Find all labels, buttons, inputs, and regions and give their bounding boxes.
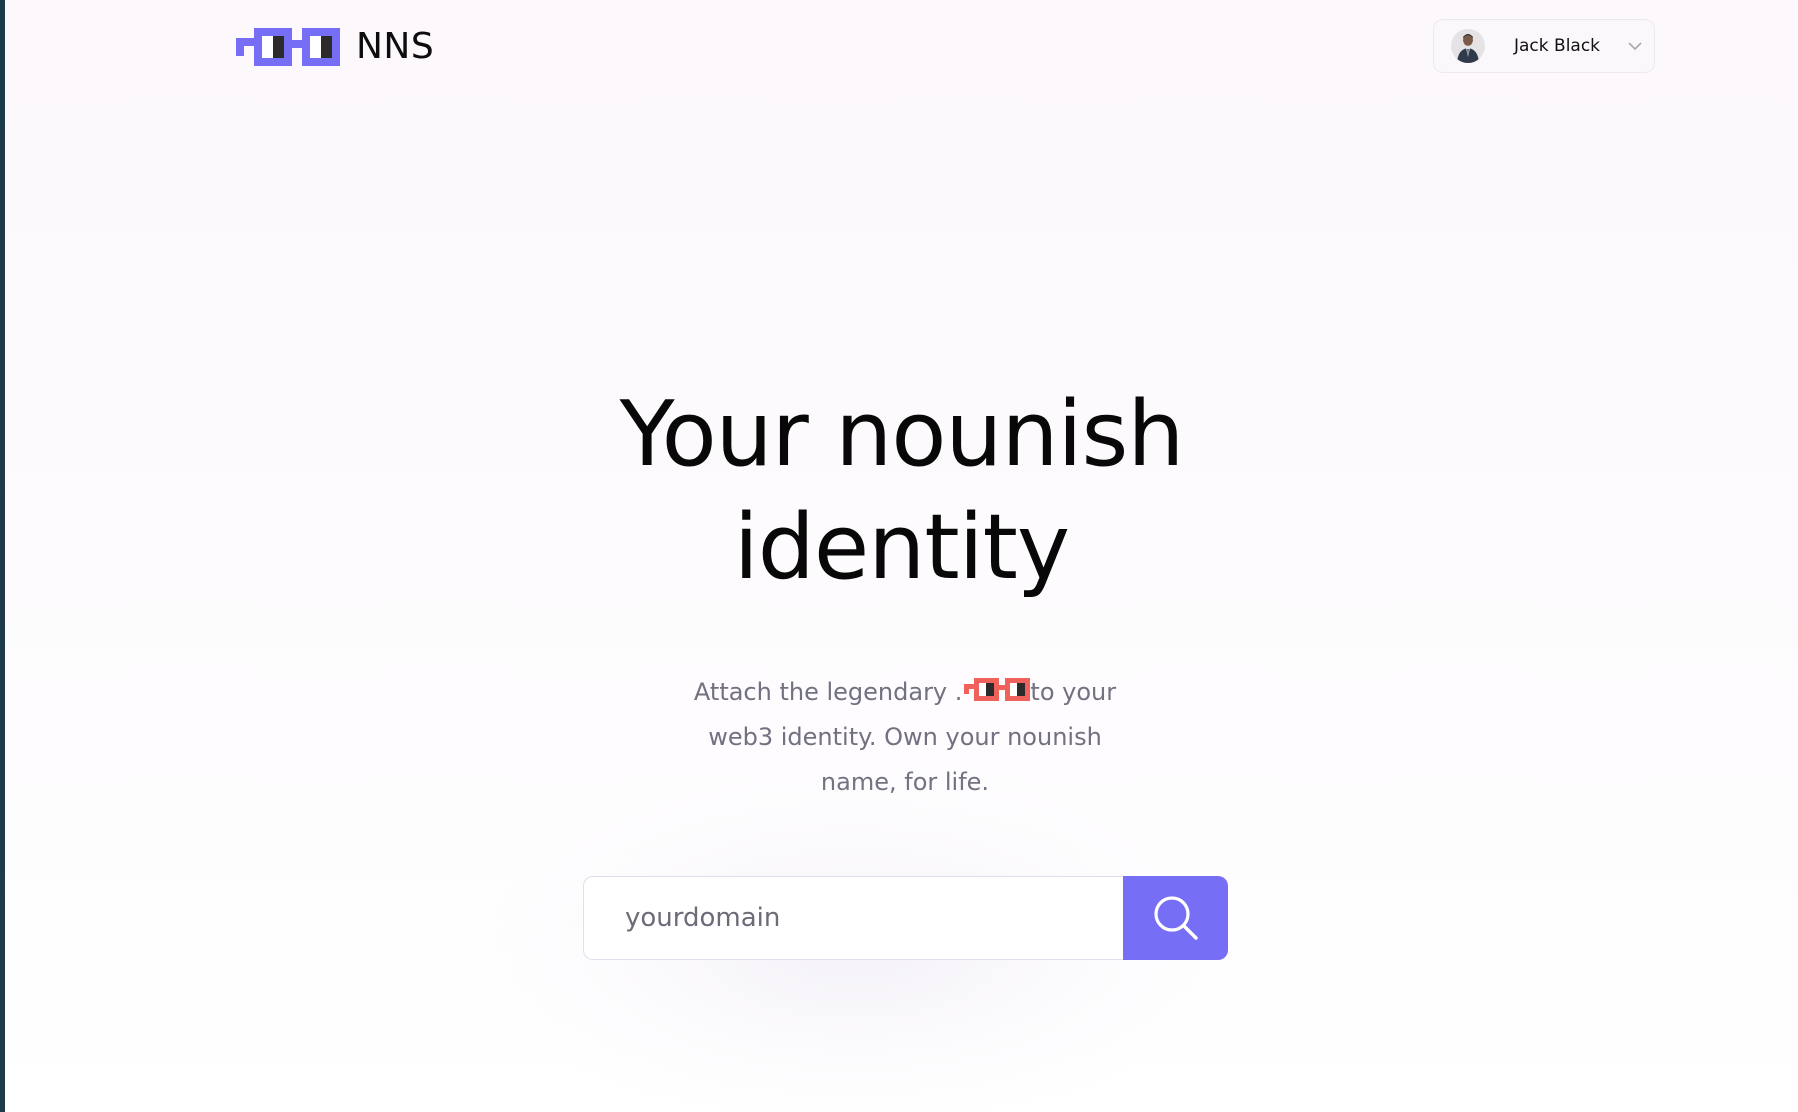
- hero-subtitle-part1: Attach the legendary .: [693, 678, 963, 706]
- hero-title-line2: identity: [733, 495, 1070, 600]
- hero-subtitle-part2: to your: [1030, 678, 1117, 706]
- noggles-red-icon: [964, 678, 1031, 701]
- user-menu-button[interactable]: Jack Black: [1433, 19, 1655, 73]
- chevron-down-icon: [1628, 42, 1642, 51]
- user-name: Jack Black: [1514, 36, 1601, 56]
- domain-search-input[interactable]: [583, 876, 1123, 960]
- hero-subtitle-line2: web3 identity. Own your nounish: [708, 723, 1102, 751]
- brand-name: NNS: [356, 25, 435, 67]
- hero-title-line1: Your nounish: [619, 382, 1185, 487]
- search-icon: [1153, 896, 1198, 940]
- noggles-icon: [236, 28, 340, 66]
- domain-search: [583, 876, 1228, 960]
- page: NNS Jack Black Your nounish identity Att…: [5, 0, 1798, 1112]
- brand-logo[interactable]: NNS: [236, 24, 434, 68]
- search-button[interactable]: [1123, 876, 1228, 960]
- hero-title: Your nounish identity: [5, 378, 1798, 604]
- user-avatar: [1451, 29, 1485, 63]
